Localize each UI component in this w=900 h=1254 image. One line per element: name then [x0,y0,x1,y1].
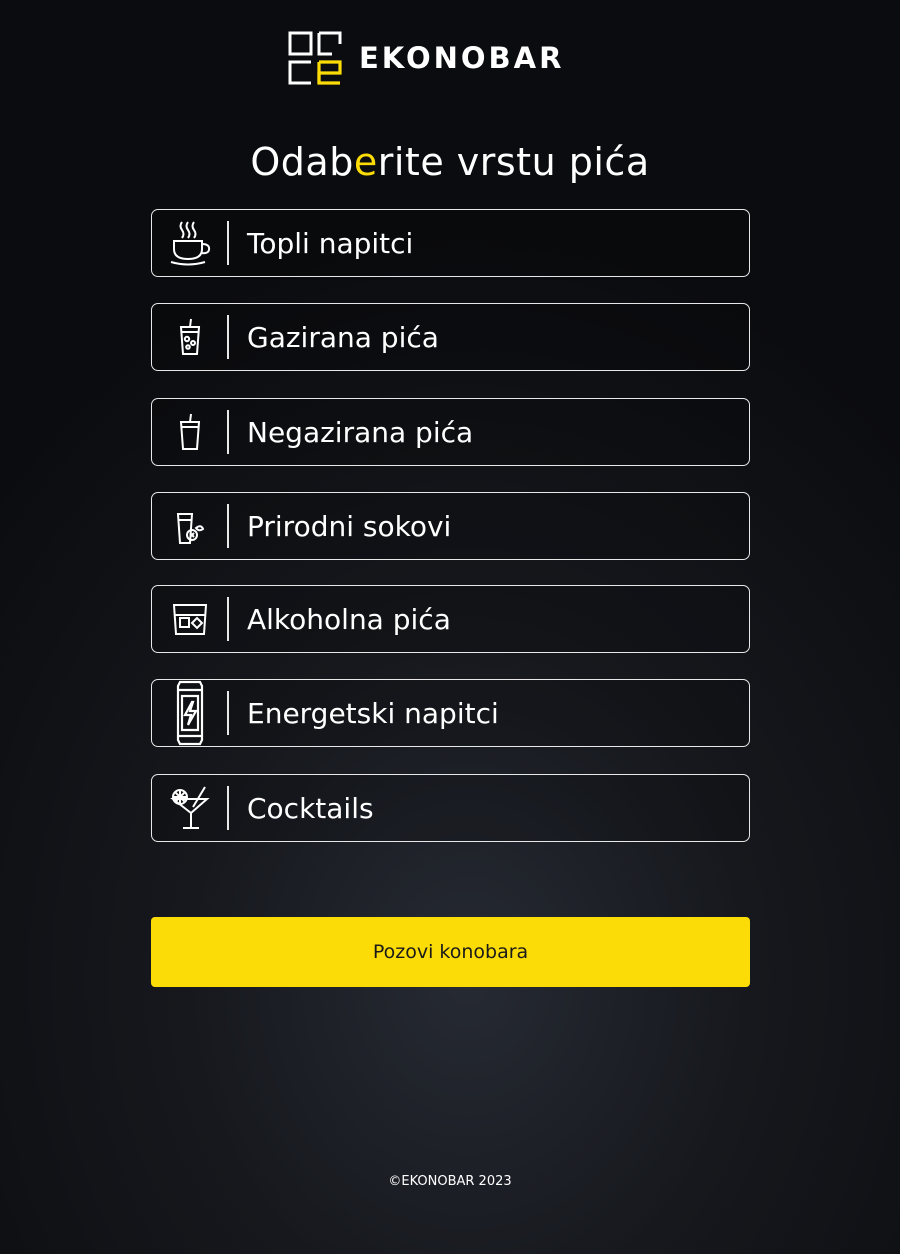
still-glass-icon [152,399,227,465]
category-divider [227,504,229,548]
category-label: Cocktails [247,791,374,825]
category-button-energetski-napitci[interactable]: Energetski napitci [151,679,750,747]
title-part1: Odab [250,140,354,184]
category-label: Negazirana pića [247,415,474,449]
category-divider [227,691,229,735]
category-divider [227,786,229,830]
category-button-cocktails[interactable]: Cocktails [151,774,750,842]
category-button-topli-napitci[interactable]: Topli napitci [151,209,750,277]
category-label: Prirodni sokovi [247,509,452,543]
ekonobar-logo-icon [288,31,342,85]
category-divider [227,597,229,641]
fizzy-glass-icon [152,304,227,370]
footer-copyright: ©EKONOBAR 2023 [388,1174,512,1189]
page-title: Odaberite vrstu pića [0,140,900,184]
hot-cup-icon [152,210,227,276]
brand-logo: EKONOBAR [287,30,564,86]
category-button-alkoholna-pica[interactable]: Alkoholna pića [151,585,750,653]
title-part2: rite vrstu pića [377,140,650,184]
category-label: Gazirana pića [247,320,439,354]
category-label: Topli napitci [247,226,414,260]
energy-can-icon [152,680,227,746]
call-waiter-button[interactable]: Pozovi konobara [151,917,750,987]
category-button-negazirana-pica[interactable]: Negazirana pića [151,398,750,466]
category-label: Energetski napitci [247,696,499,730]
title-accent-letter: e [353,140,378,184]
category-divider [227,221,229,265]
brand-name: EKONOBAR [359,41,565,75]
category-button-prirodni-sokovi[interactable]: Prirodni sokovi [151,492,750,560]
juice-glass-icon [152,493,227,559]
category-button-gazirana-pica[interactable]: Gazirana pića [151,303,750,371]
whisky-glass-icon [152,586,227,652]
category-divider [227,315,229,359]
cocktail-glass-icon [152,775,227,841]
category-divider [227,410,229,454]
category-label: Alkoholna pića [247,602,451,636]
